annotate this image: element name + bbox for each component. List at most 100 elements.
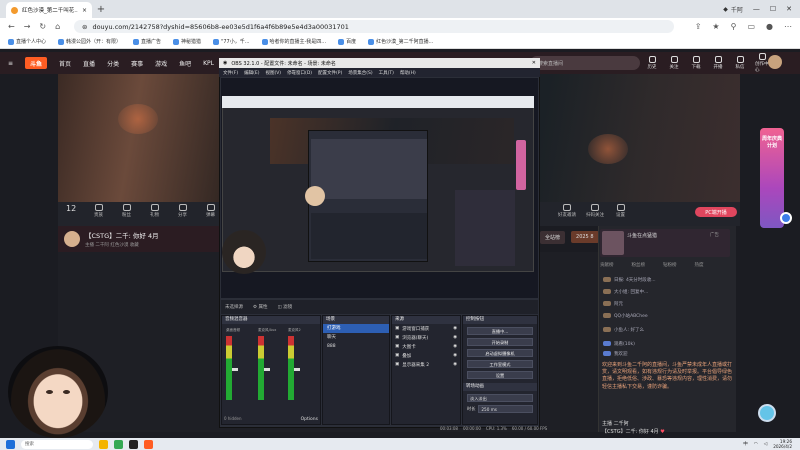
virtual-camera-button[interactable]: 启动虚拟摄像机 (467, 349, 533, 357)
eye-icon[interactable]: ◉ (453, 326, 457, 331)
nav-history[interactable]: 历史 (645, 56, 659, 70)
obs-menu-item[interactable]: 配置文件(P) (318, 70, 342, 76)
home-icon[interactable]: ⌂ (55, 22, 60, 31)
new-tab-button[interactable]: + (95, 2, 107, 16)
nav-yuba[interactable]: 鱼吧 (179, 59, 191, 68)
toolbar-item[interactable]: 贵族 (94, 204, 103, 218)
obs-close-icon[interactable]: ✕ (532, 60, 536, 66)
bookmark-item[interactable]: 百度 (338, 38, 356, 45)
obs-titlebar[interactable]: ◉ OBS 32.1.0 - 配置文件: 未命名 - 场景: 未命名 ✕ (219, 58, 540, 68)
nav-home[interactable]: 首页 (59, 59, 71, 68)
source-item[interactable]: ▣ 游戏窗口捕获 ◉ (392, 324, 460, 333)
stream-button[interactable]: 直播中... (467, 327, 533, 335)
source-item[interactable]: ▣ 浏览器(聊天) ◉ (392, 333, 460, 342)
obs-menu-item[interactable]: 场景集合(S) (348, 70, 372, 76)
nav-creator[interactable]: 创作中心 (755, 53, 769, 73)
transition-select[interactable]: 淡入淡出 (467, 394, 533, 402)
obs-menu-item[interactable]: 帮助(H) (400, 70, 416, 76)
nav-follow[interactable]: 关注 (667, 56, 681, 70)
taskbar-search[interactable]: 搜索 (21, 439, 93, 449)
share-icon[interactable]: ⇪ (695, 22, 702, 31)
sidebar-icon[interactable]: ▭ (747, 22, 755, 31)
forward-icon[interactable]: → (24, 22, 31, 31)
nav-category[interactable]: 分类 (107, 59, 119, 68)
language-indicator[interactable]: 中 (743, 441, 748, 447)
record-button[interactable]: 开始录制 (467, 338, 533, 346)
scene-item[interactable]: 888 (323, 342, 389, 351)
obs-menu-item[interactable]: 工具(T) (379, 70, 394, 76)
toolbar-item[interactable]: 粉丝 (122, 204, 131, 218)
eye-icon[interactable]: ◉ (453, 344, 457, 349)
chat-ad[interactable]: 斗鱼在点猛猎 广告 (600, 229, 730, 257)
nav-games[interactable]: 游戏 (155, 59, 167, 68)
app-icon[interactable] (114, 439, 123, 449)
nav-events[interactable]: 赛事 (131, 59, 143, 68)
duration-input[interactable]: 250 ms (478, 405, 533, 413)
floating-ball-icon[interactable] (780, 212, 792, 224)
extensions-icon[interactable]: ⚲ (731, 22, 737, 31)
star-icon[interactable]: ★ (712, 22, 719, 31)
toolbar-item[interactable]: 设置 (616, 204, 625, 218)
nav-kpl[interactable]: KPL (203, 60, 214, 67)
bookmark-item[interactable]: 韩漫公园外（开：有限） (58, 38, 121, 45)
obs-menu-item[interactable]: 文件(F) (223, 70, 238, 76)
mixer-options-button[interactable]: Options (301, 417, 318, 422)
user-avatar[interactable] (768, 55, 782, 69)
toolbar-item[interactable]: 礼物 (150, 204, 159, 218)
toolbar-item[interactable]: 弹幕 (206, 204, 215, 218)
nav-live[interactable]: 直播 (83, 59, 95, 68)
close-tab-icon[interactable]: × (82, 7, 87, 14)
wifi-icon[interactable]: ◠ (754, 442, 758, 447)
volume-slider[interactable] (294, 368, 300, 371)
pc-broadcast-button[interactable]: PC端开播 (695, 207, 737, 217)
obs-menu-item[interactable]: 停靠窗口(D) (287, 70, 312, 76)
studio-mode-button[interactable]: 工作室模式 (467, 360, 533, 368)
volume-slider[interactable] (264, 368, 270, 371)
scene-item[interactable]: 打游戏 (323, 324, 389, 333)
clock[interactable]: 19:26 2026/4/2 (773, 439, 792, 449)
chat-tab[interactable]: 热度 (695, 262, 704, 268)
back-icon[interactable]: ← (8, 22, 15, 31)
assistant-icon[interactable] (758, 404, 776, 422)
douyu-logo[interactable]: 斗鱼 (25, 57, 48, 69)
bookmark-item[interactable]: 红色沙漠_第二千阿直播... (368, 38, 433, 45)
chat-tab[interactable]: 贡献榜 (600, 262, 614, 268)
obs-menu-item[interactable]: 视图(V) (265, 70, 281, 76)
source-item[interactable]: ▣ 叠加 ◉ (392, 351, 460, 360)
streamer-avatar[interactable] (64, 231, 80, 247)
bookmark-item[interactable]: "77小，千... (213, 38, 250, 45)
browser-tab[interactable]: 红色沙漠_第二千叫花... × (6, 2, 92, 18)
obs-taskbar-icon[interactable] (129, 439, 138, 449)
hamburger-icon[interactable]: ≡ (8, 60, 13, 67)
douyu-taskbar-icon[interactable] (144, 439, 153, 449)
toolbar-item[interactable]: 分享 (178, 204, 187, 218)
site-search-input[interactable]: 搜索直播间 (530, 56, 640, 70)
obs-filters-button[interactable]: ◫ 滤镜 (277, 304, 292, 310)
explorer-icon[interactable] (99, 439, 108, 449)
bookmark-item[interactable]: 神秘猎猎 (173, 38, 201, 45)
site-info-icon[interactable]: ⊜ (82, 23, 87, 31)
eye-icon[interactable]: ◉ (453, 353, 457, 358)
bookmark-item[interactable]: 直播个人中心 (8, 38, 46, 45)
nav-broadcast[interactable]: 开播 (711, 56, 725, 70)
maximize-icon[interactable]: ☐ (770, 5, 776, 13)
bookmark-item[interactable]: 直播广告 (133, 38, 161, 45)
chat-tab[interactable]: 钻粉榜 (663, 262, 677, 268)
eye-icon[interactable]: ◉ (453, 362, 457, 367)
chat-tab[interactable]: 粉丝榜 (632, 262, 646, 268)
leaderboard-button[interactable]: 全站榜 (540, 230, 566, 244)
close-window-icon[interactable]: ✕ (786, 5, 792, 13)
settings-button[interactable]: 设置 (467, 371, 533, 379)
source-item[interactable]: ▣ 显示器采集 2 ◉ (392, 360, 460, 369)
eye-icon[interactable]: ◉ (453, 335, 457, 340)
volume-icon[interactable]: ◁ (764, 442, 767, 447)
nav-messages[interactable]: 私信 (733, 56, 747, 70)
source-item[interactable]: ▣ 大图卡 ◉ (392, 342, 460, 351)
start-icon[interactable] (6, 439, 15, 449)
url-bar[interactable]: ⊜ douyu.com/2142758?dyshid=85606b8-ee03e… (74, 20, 674, 33)
toolbar-item[interactable]: 扫码关注 (586, 204, 604, 218)
toolbar-item[interactable]: 好友邀请 (558, 204, 576, 218)
profile-icon[interactable]: ● (766, 22, 773, 31)
obs-properties-button[interactable]: ⚙ 属性 (253, 304, 267, 310)
account-chip[interactable]: ◆ 千阿 (723, 5, 743, 14)
